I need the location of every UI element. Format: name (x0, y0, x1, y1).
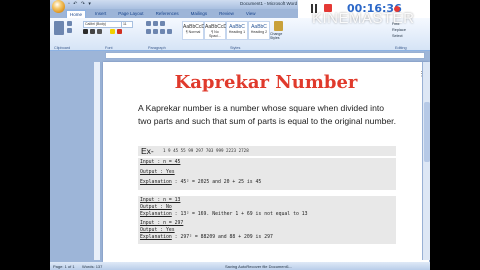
document-paragraph: A Kaprekar number is a number whose squa… (138, 103, 396, 126)
scrollbar-thumb[interactable] (424, 102, 430, 162)
status-message: Saving AutoRecover file Document1... (225, 264, 293, 269)
copy-icon[interactable] (67, 28, 72, 33)
example-block-1: Input : n = 45 Output : Yes Explanation … (138, 158, 396, 190)
group-label-clipboard: Clipboard (54, 46, 71, 50)
example-3-output: Output : Yes (140, 228, 175, 233)
group-label-font: Font (105, 46, 113, 50)
example-label: Ex- (141, 146, 154, 156)
example-3-input: Input : n = 297 (140, 221, 184, 226)
status-words[interactable]: Words: 137 (82, 264, 102, 269)
justify-icon[interactable] (167, 29, 172, 34)
change-styles-label[interactable]: Change Styles (270, 32, 290, 40)
group-label-styles: Styles (230, 46, 241, 50)
change-styles-icon[interactable] (274, 21, 283, 31)
group-label-paragraph: Paragraph (148, 46, 166, 50)
tab-home[interactable]: Home (66, 10, 87, 18)
align-center-icon[interactable] (153, 29, 158, 34)
ribbon-tabs: Home Insert Page Layout References Maili… (66, 10, 259, 18)
document-heading: Kaprekar Number (174, 72, 358, 93)
italic-icon[interactable] (90, 29, 95, 34)
style-heading-1[interactable]: AaBbC Heading 1 (226, 21, 248, 40)
status-page[interactable]: Page: 1 of 1 (53, 264, 75, 269)
window-title: Document1 - Microsoft Word (240, 1, 298, 6)
example-1-input: Input : n = 45 (140, 160, 181, 165)
example-block-3: Input : n = 297 Output : Yes Explanation… (138, 220, 396, 244)
example-3-explanation: Explanation : 297² = 88209 and 88 + 209 … (140, 235, 273, 240)
align-left-icon[interactable] (146, 29, 151, 34)
document-page[interactable]: Kaprekar Number ⋮ A Kaprekar number is a… (103, 62, 429, 262)
paste-icon[interactable] (54, 21, 64, 35)
kinemaster-watermark: KINEMASTER (312, 10, 415, 27)
vertical-scrollbar[interactable] (422, 62, 430, 260)
example-1-explanation: Explanation : 45² = 2025 and 20 + 25 is … (140, 180, 262, 185)
horizontal-ruler[interactable] (105, 52, 425, 59)
group-label-editing: Editing (395, 46, 407, 50)
example-2-explanation: Explanation : 13² = 169. Neither 1 + 69 … (140, 212, 308, 217)
bullets-icon[interactable] (146, 21, 151, 26)
font-size-select[interactable]: 11 (121, 21, 133, 28)
numbering-icon[interactable] (153, 21, 158, 26)
align-right-icon[interactable] (160, 29, 165, 34)
style-heading-2[interactable]: AaBbC Heading 2 (248, 21, 270, 40)
tab-page-layout[interactable]: Page Layout (115, 10, 146, 18)
tab-view[interactable]: View (243, 10, 259, 18)
tab-mailings[interactable]: Mailings (188, 10, 211, 18)
tab-references[interactable]: References (153, 10, 182, 18)
example-2-input: Input : n = 13 (140, 198, 181, 203)
quick-access-toolbar[interactable]: ▫ ↶ ↷ ▾ (68, 1, 92, 7)
select-button[interactable]: Select (392, 33, 406, 39)
bold-icon[interactable] (83, 29, 88, 34)
example-2-output: Output : No (140, 205, 172, 210)
cut-icon[interactable] (67, 21, 72, 26)
highlight-icon[interactable] (110, 29, 115, 34)
word-window: ▫ ↶ ↷ ▾ Document1 - Microsoft Word Home … (50, 0, 430, 270)
style-no-spacing[interactable]: AaBbCcDc ¶ No Spaci... (204, 21, 229, 40)
example-line: Ex- 1 9 45 55 99 297 703 999 2223 2728 (138, 146, 396, 156)
example-1-output: Output : Yes (140, 170, 175, 175)
font-color-icon[interactable] (117, 29, 122, 34)
vertical-ruler[interactable] (94, 62, 101, 260)
tab-insert[interactable]: Insert (92, 10, 109, 18)
multilevel-list-icon[interactable] (160, 21, 165, 26)
ribbon-group-labels: Clipboard Font Paragraph Styles Editing (50, 45, 430, 50)
style-normal[interactable]: AaBbCcDc ¶ Normal (182, 21, 207, 40)
font-name-select[interactable]: Calibri (Body) (83, 21, 122, 28)
status-bar: Page: 1 of 1 Words: 137 Saving AutoRecov… (50, 262, 430, 270)
example-sequence: 1 9 45 55 99 297 703 999 2223 2728 (163, 148, 249, 153)
office-button[interactable] (52, 0, 65, 13)
tab-review[interactable]: Review (216, 10, 237, 18)
underline-icon[interactable] (97, 29, 102, 34)
